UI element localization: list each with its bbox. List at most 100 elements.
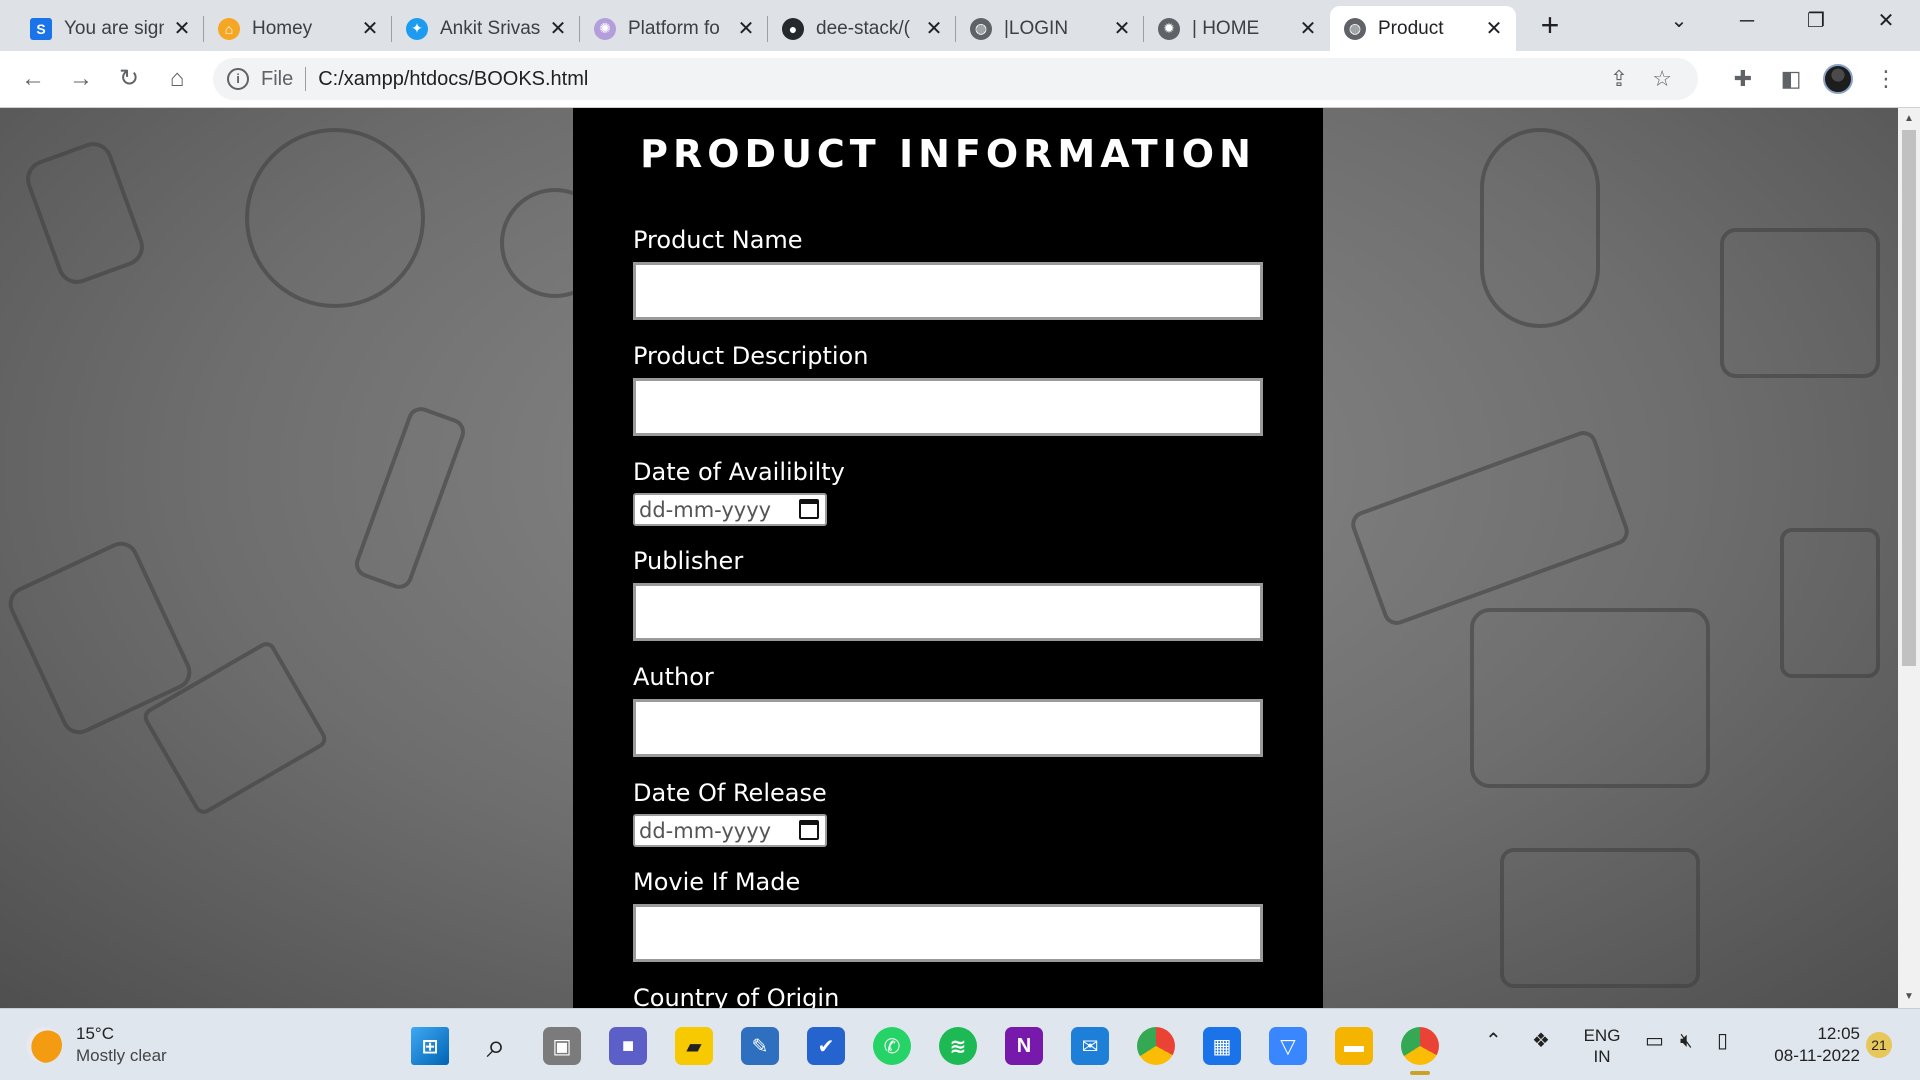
tab-strip: S You are sign ✕ ⌂ Homey ✕ ✦ Ankit Sriva… xyxy=(0,0,1920,51)
tab-1[interactable]: ⌂ Homey ✕ xyxy=(204,6,392,51)
calendar-icon[interactable] xyxy=(799,820,819,840)
battery-icon[interactable]: ▯ xyxy=(1717,1031,1728,1052)
tab-7-active[interactable]: ◍ Product ✕ xyxy=(1330,6,1516,51)
clock-date: 08-11-2022 xyxy=(1774,1046,1860,1065)
mail-icon[interactable]: ✉ xyxy=(1071,1027,1109,1065)
new-tab-button[interactable]: + xyxy=(1532,8,1568,44)
weather-widget[interactable]: 15°C Mostly clear xyxy=(26,1023,167,1067)
scroll-up-arrow-icon[interactable]: ▲ xyxy=(1898,110,1920,128)
tab-4[interactable]: ● dee-stack/( ✕ xyxy=(768,6,956,51)
product-description-label: Product Description xyxy=(633,342,869,370)
tab-6[interactable]: ✹ | HOME ✕ xyxy=(1144,6,1330,51)
release-date-input[interactable]: dd-mm-yyyy xyxy=(633,814,827,847)
notification-badge[interactable]: 21 xyxy=(1866,1032,1892,1058)
start-icon[interactable]: ⊞ xyxy=(411,1027,449,1065)
tab-2[interactable]: ✦ Ankit Srivas ✕ xyxy=(392,6,580,51)
author-input[interactable] xyxy=(633,699,1263,757)
search-icon[interactable]: ⌕ xyxy=(477,1027,515,1065)
tab-label: Homey xyxy=(252,17,313,39)
calendar-icon[interactable] xyxy=(799,499,819,519)
show-hidden-icons-chevron-icon[interactable]: ⌃ xyxy=(1485,1031,1502,1052)
page-scrollbar[interactable]: ▲ ▼ xyxy=(1898,108,1920,1008)
background-doodle xyxy=(1780,528,1880,678)
availability-date-input[interactable]: dd-mm-yyyy xyxy=(633,493,827,526)
reload-icon[interactable]: ↻ xyxy=(112,63,146,97)
language-indicator[interactable]: ENG IN xyxy=(1582,1025,1622,1067)
close-icon[interactable]: ✕ xyxy=(360,16,380,41)
weather-temperature: 15°C xyxy=(76,1024,114,1043)
product-description-input[interactable] xyxy=(633,378,1263,436)
tab-0[interactable]: S You are sign ✕ xyxy=(16,6,204,51)
dropbox-icon[interactable]: ❖ xyxy=(1532,1031,1550,1052)
github-icon: ● xyxy=(782,17,804,40)
close-icon[interactable]: ✕ xyxy=(172,16,192,41)
product-form-panel: PRODUCT INFORMATION Product Name Product… xyxy=(573,108,1323,1008)
publisher-input[interactable] xyxy=(633,583,1263,641)
window-close-icon[interactable]: ✕ xyxy=(1866,6,1906,36)
close-icon[interactable]: ✕ xyxy=(1298,16,1318,41)
platform-icon: ✺ xyxy=(594,17,616,40)
minimize-icon[interactable]: ─ xyxy=(1727,6,1767,36)
tab-label: dee-stack/( xyxy=(816,17,910,39)
teams-icon[interactable]: ■ xyxy=(609,1027,647,1065)
whiteboard-icon[interactable]: ✎ xyxy=(741,1027,779,1065)
movie-if-made-input[interactable] xyxy=(633,904,1263,962)
side-panel-icon[interactable]: ◧ xyxy=(1775,63,1807,95)
tab-search-chevron-icon[interactable]: ⌄ xyxy=(1659,6,1699,36)
task-view-icon[interactable]: ▣ xyxy=(543,1027,581,1065)
file-explorer-icon[interactable]: ▬ xyxy=(1335,1027,1373,1065)
extensions-puzzle-icon[interactable]: ✚ xyxy=(1727,63,1759,95)
network-icon[interactable]: ▭ xyxy=(1645,1031,1664,1052)
close-icon[interactable]: ✕ xyxy=(548,16,568,41)
background-doodle xyxy=(20,136,150,290)
background-doodle xyxy=(1500,848,1700,988)
publisher-label: Publisher xyxy=(633,547,744,575)
scroll-down-arrow-icon[interactable]: ▼ xyxy=(1898,988,1920,1006)
tab-label: |LOGIN xyxy=(1004,17,1069,39)
bookmark-star-icon[interactable]: ☆ xyxy=(1652,66,1672,92)
spotify-icon[interactable]: ≋ xyxy=(939,1027,977,1065)
language-code: ENG xyxy=(1583,1026,1621,1045)
product-name-input[interactable] xyxy=(633,262,1263,320)
volume-muted-icon[interactable]: 🔇︎ xyxy=(1680,1031,1693,1052)
chrome-icon[interactable] xyxy=(1137,1027,1175,1065)
browser-toolbar: ← → ↻ ⌂ i File C:/xampp/htdocs/BOOKS.htm… xyxy=(0,51,1920,108)
back-arrow-icon[interactable]: ← xyxy=(16,63,50,97)
close-icon[interactable]: ✕ xyxy=(1112,16,1132,41)
profile-avatar[interactable] xyxy=(1823,64,1853,94)
background-doodle xyxy=(1347,427,1633,629)
onenote-icon[interactable]: N xyxy=(1005,1027,1043,1065)
movie-if-made-label: Movie If Made xyxy=(633,868,801,896)
todo-icon[interactable]: ✔ xyxy=(807,1027,845,1065)
site-info-icon[interactable]: i xyxy=(227,68,249,90)
system-clock[interactable]: 12:05 08-11-2022 xyxy=(1760,1023,1860,1067)
home-icon[interactable]: ⌂ xyxy=(160,63,194,97)
close-icon[interactable]: ✕ xyxy=(736,16,756,41)
vpn-icon[interactable]: ▽ xyxy=(1269,1027,1307,1065)
s-app-icon: S xyxy=(30,17,52,40)
whatsapp-icon[interactable]: ✆ xyxy=(873,1027,911,1065)
menu-kebab-icon[interactable]: ⋮ xyxy=(1870,63,1902,95)
tab-label: Ankit Srivas xyxy=(440,17,540,39)
chrome-active-icon[interactable] xyxy=(1401,1027,1439,1075)
background-doodle xyxy=(245,128,425,308)
tab-label: | HOME xyxy=(1192,17,1260,39)
share-icon[interactable]: ⇪ xyxy=(1610,66,1628,92)
close-icon[interactable]: ✕ xyxy=(1484,16,1504,41)
sticky-notes-icon[interactable]: ▰ xyxy=(675,1027,713,1065)
scrollbar-thumb[interactable] xyxy=(1902,130,1916,666)
forward-arrow-icon[interactable]: → xyxy=(64,63,98,97)
close-icon[interactable]: ✕ xyxy=(924,16,944,41)
url-text[interactable]: C:/xampp/htdocs/BOOKS.html xyxy=(318,68,588,91)
availability-date-label: Date of Availibilty xyxy=(633,458,845,486)
tab-label: You are sign xyxy=(64,17,164,39)
tab-3[interactable]: ✺ Platform fo ✕ xyxy=(580,6,768,51)
tab-5[interactable]: ◍ |LOGIN ✕ xyxy=(956,6,1144,51)
homey-icon: ⌂ xyxy=(218,17,240,40)
gear-icon: ✹ xyxy=(1158,17,1180,40)
restore-icon[interactable]: ❐ xyxy=(1796,6,1836,36)
address-bar[interactable]: i File C:/xampp/htdocs/BOOKS.html ⇪ ☆ xyxy=(213,58,1698,100)
twitter-icon: ✦ xyxy=(406,17,428,40)
calendar-icon[interactable]: ▦ xyxy=(1203,1027,1241,1065)
date-placeholder: dd-mm-yyyy xyxy=(639,818,772,843)
